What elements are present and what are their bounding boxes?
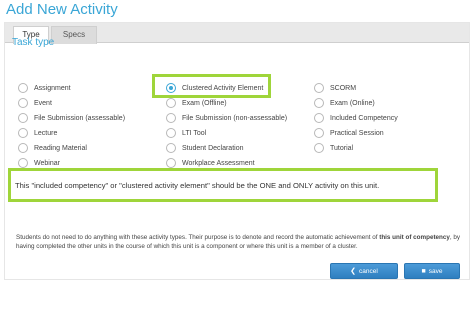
radio-option-tutorial[interactable]: Tutorial — [314, 142, 353, 154]
arrow-left-icon: ❮ — [350, 267, 357, 275]
radio-option-student-declaration[interactable]: Student Declaration — [166, 142, 243, 154]
radio-label: Included Competency — [330, 114, 398, 122]
tab-bar: Type Specs — [5, 23, 469, 44]
radio-button[interactable] — [166, 113, 176, 123]
description-part1: Students do not need to do anything with… — [16, 234, 380, 241]
note-text: This "included competency" or "clustered… — [15, 180, 380, 190]
radio-label: Webinar — [34, 159, 60, 167]
radio-option-included-competency[interactable]: Included Competency — [314, 112, 398, 124]
radio-label: Assignment — [34, 84, 71, 92]
radio-label: Exam (Offline) — [182, 99, 227, 107]
radio-label: SCORM — [330, 84, 357, 92]
radio-label: Workplace Assessment — [182, 159, 255, 167]
radio-label: Tutorial — [330, 144, 354, 152]
radio-label: File Submission (assessable) — [34, 114, 126, 122]
radio-label: Student Declaration — [182, 144, 244, 152]
page-title: Add New Activity — [6, 1, 118, 18]
cancel-button[interactable]: ❮ cancel — [330, 263, 398, 279]
task-type-heading: Task type — [12, 37, 55, 48]
radio-label: File Submission (non-assessable) — [182, 114, 288, 122]
radio-option-scorm[interactable]: SCORM — [314, 82, 356, 94]
radio-label: Exam (Online) — [330, 99, 375, 107]
description-text: Students do not need to do anything with… — [16, 233, 466, 251]
radio-label: Reading Material — [34, 144, 87, 152]
radio-button-selected[interactable] — [166, 83, 176, 93]
radio-button[interactable] — [166, 143, 176, 153]
radio-option-reading-material[interactable]: Reading Material — [18, 142, 87, 154]
cancel-label: cancel — [359, 267, 378, 275]
radio-option-exam-offline[interactable]: Exam (Offline) — [166, 97, 227, 109]
save-button[interactable]: ■ save — [404, 263, 460, 279]
radio-label: Clustered Activity Element — [182, 84, 264, 92]
radio-option-exam-online[interactable]: Exam (Online) — [314, 97, 375, 109]
radio-label: Event — [34, 99, 52, 107]
radio-button[interactable] — [18, 98, 28, 108]
radio-button[interactable] — [166, 128, 176, 138]
radio-button[interactable] — [314, 113, 324, 123]
radio-button[interactable] — [18, 158, 28, 168]
radio-button[interactable] — [18, 83, 28, 93]
radio-button[interactable] — [314, 128, 324, 138]
radio-button[interactable] — [18, 143, 28, 153]
radio-label: Practical Session — [330, 129, 384, 137]
radio-label: Lecture — [34, 129, 58, 137]
save-label: save — [428, 267, 443, 275]
radio-option-assignment[interactable]: Assignment — [18, 82, 71, 94]
radio-button[interactable] — [166, 98, 176, 108]
radio-option-clustered-activity-element[interactable]: Clustered Activity Element — [166, 82, 263, 94]
radio-option-file-submission-assessable[interactable]: File Submission (assessable) — [18, 112, 125, 124]
save-icon: ■ — [421, 267, 426, 275]
radio-button[interactable] — [18, 128, 28, 138]
radio-button[interactable] — [314, 98, 324, 108]
radio-button[interactable] — [18, 113, 28, 123]
radio-button[interactable] — [166, 158, 176, 168]
highlight-note-box: This "included competency" or "clustered… — [8, 168, 438, 202]
radio-option-lecture[interactable]: Lecture — [18, 127, 57, 139]
radio-button[interactable] — [314, 143, 324, 153]
radio-option-file-submission-non-assessable[interactable]: File Submission (non-assessable) — [166, 112, 287, 124]
tab-specs[interactable]: Specs — [51, 26, 97, 44]
radio-option-lti-tool[interactable]: LTI Tool — [166, 127, 206, 139]
radio-label: LTI Tool — [182, 129, 207, 137]
radio-button[interactable] — [314, 83, 324, 93]
radio-option-practical-session[interactable]: Practical Session — [314, 127, 384, 139]
radio-option-event[interactable]: Event — [18, 97, 52, 109]
description-bold: this unit of competency — [379, 234, 450, 241]
